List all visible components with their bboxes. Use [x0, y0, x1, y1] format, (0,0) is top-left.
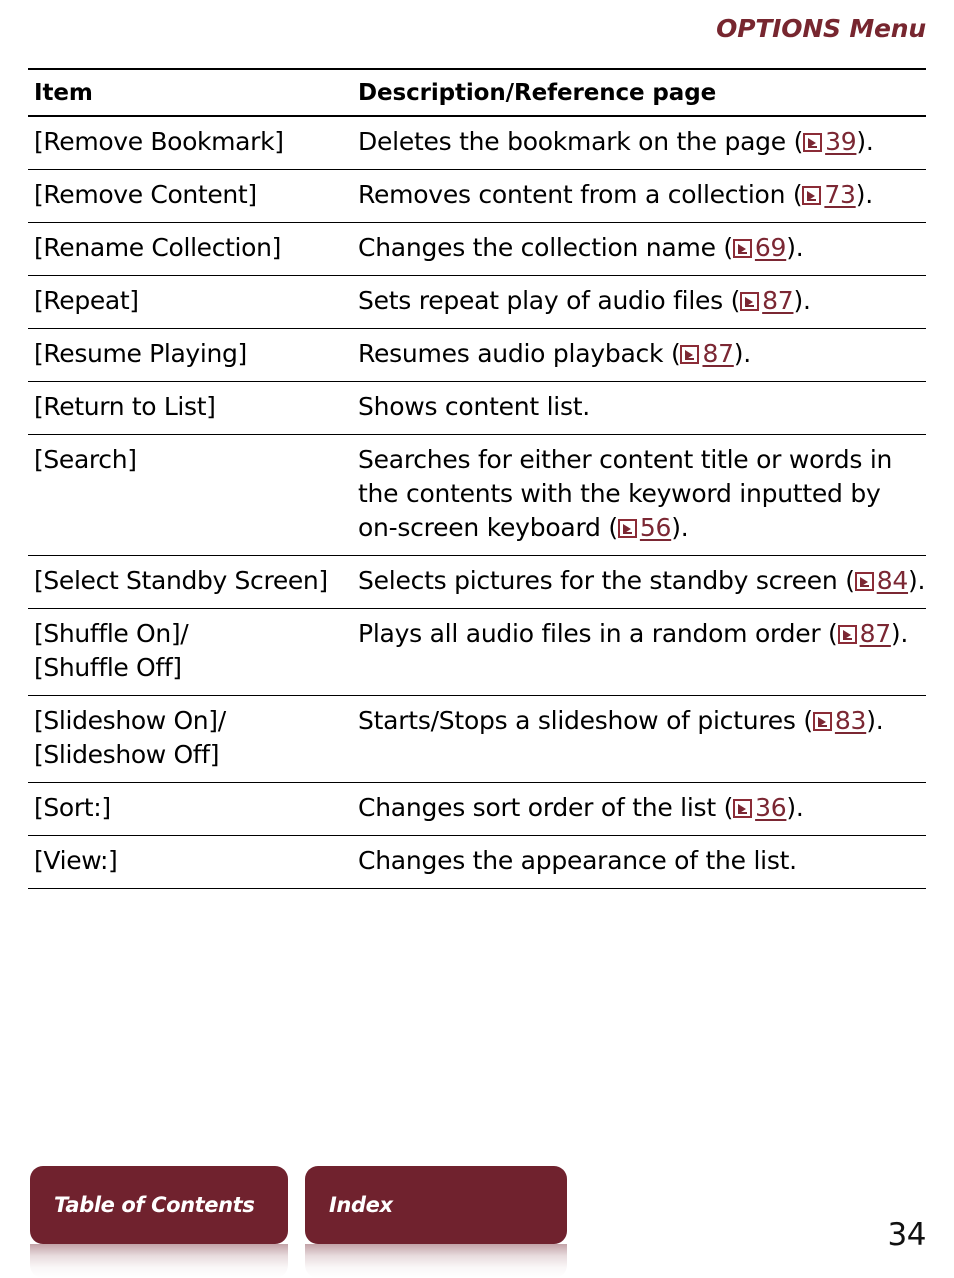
- table-row: [Shuffle On]/[Shuffle Off] Plays all audi…: [28, 609, 926, 696]
- table-row: [Search] Searches for either content titl…: [28, 435, 926, 556]
- reference-arrow-icon: [732, 239, 752, 259]
- reference-arrow-icon: [803, 133, 823, 153]
- table-row: [Resume Playing] Resumes audio playback (…: [28, 329, 926, 382]
- cell-description: Shows content list.: [358, 392, 591, 422]
- cell-description: Plays all audio files in a random order …: [358, 619, 909, 649]
- reference-arrow-icon: [680, 345, 700, 365]
- reference-arrow-icon: [740, 292, 760, 312]
- reference-arrow-icon: [802, 186, 822, 206]
- table-of-contents-button-wrap: Table of Contents: [30, 1166, 288, 1278]
- reference-arrow-icon: [733, 799, 753, 819]
- reference-page-number[interactable]: 87: [860, 619, 892, 648]
- reference-page-number[interactable]: 87: [702, 339, 734, 368]
- reference-link[interactable]: 87: [837, 619, 892, 648]
- reference-link[interactable]: 87: [680, 339, 734, 368]
- table-row: [View:] Changes the appearance of the lis…: [28, 836, 926, 889]
- reference-link[interactable]: 56: [617, 513, 672, 542]
- table-row: [Select Standby Screen] Selects pictures …: [28, 556, 926, 609]
- cell-item: [Remove Content]: [34, 180, 257, 210]
- column-header-description: Description/Reference page: [358, 80, 717, 106]
- index-button-wrap: Index: [305, 1166, 567, 1278]
- reference-page-number[interactable]: 87: [762, 286, 794, 315]
- cell-item: [Repeat]: [34, 286, 139, 316]
- cell-description: Deletes the bookmark on the page (39).: [358, 127, 874, 157]
- reference-link[interactable]: 87: [740, 286, 794, 315]
- page-number: 34: [887, 1217, 927, 1253]
- reference-link[interactable]: 73: [802, 180, 856, 209]
- cell-description: Changes sort order of the list (36).: [358, 793, 804, 823]
- cell-item: [Rename Collection]: [34, 233, 281, 263]
- cell-description: Selects pictures for the standby screen …: [358, 566, 926, 596]
- table-body: [Remove Bookmark] Deletes the bookmark on…: [28, 116, 926, 889]
- reference-link[interactable]: 69: [732, 233, 787, 262]
- table-of-contents-button[interactable]: Table of Contents: [30, 1166, 288, 1244]
- reference-arrow-icon: [837, 625, 857, 645]
- reference-page-number[interactable]: 36: [755, 793, 787, 822]
- table-header-row: Item Description/Reference page: [28, 69, 926, 117]
- cell-item: [Slideshow On]/[Slideshow Off]: [34, 706, 226, 770]
- table-of-contents-button-reflection: [30, 1244, 288, 1278]
- cell-item: [Shuffle On]/[Shuffle Off]: [34, 619, 189, 683]
- reference-page-number[interactable]: 56: [640, 513, 672, 542]
- cell-item: [Resume Playing]: [34, 339, 247, 369]
- cell-description: Changes the appearance of the list.: [358, 846, 797, 876]
- reference-page-number[interactable]: 73: [824, 180, 856, 209]
- table-row: [Slideshow On]/[Slideshow Off] Starts/Sto…: [28, 696, 926, 783]
- reference-page-number[interactable]: 69: [755, 233, 787, 262]
- table-row: [Remove Bookmark] Deletes the bookmark on…: [28, 116, 926, 170]
- column-header-item: Item: [34, 80, 93, 106]
- cell-description: Removes content from a collection (73).: [358, 180, 873, 210]
- cell-item: [Select Standby Screen]: [34, 566, 328, 596]
- reference-link[interactable]: 83: [812, 706, 867, 735]
- reference-link[interactable]: 36: [733, 793, 787, 822]
- cell-item: [Sort:]: [34, 793, 111, 823]
- cell-item: [Search]: [34, 445, 137, 475]
- reference-link[interactable]: 39: [803, 127, 857, 156]
- reference-link[interactable]: 84: [854, 566, 909, 595]
- cell-description: Sets repeat play of audio files (87).: [358, 286, 811, 316]
- footer-navigation: Table of Contents Index: [30, 1166, 567, 1278]
- reference-arrow-icon: [854, 572, 874, 592]
- table-head: Item Description/Reference page: [28, 69, 926, 117]
- index-button-reflection: [305, 1244, 567, 1278]
- cell-item: [View:]: [34, 846, 118, 876]
- cell-description: Searches for either content title or wor…: [358, 445, 893, 543]
- table-row: [Return to List] Shows content list.: [28, 382, 926, 435]
- table-row: [Rename Collection] Changes the collectio…: [28, 223, 926, 276]
- cell-description: Starts/Stops a slideshow of pictures (83…: [358, 706, 884, 736]
- cell-item: [Remove Bookmark]: [34, 127, 284, 157]
- reference-arrow-icon: [812, 712, 832, 732]
- reference-page-number[interactable]: 84: [877, 566, 909, 595]
- cell-description: Changes the collection name (69).: [358, 233, 804, 263]
- options-menu-table: Item Description/Reference page [Remove …: [28, 68, 926, 889]
- index-button[interactable]: Index: [305, 1166, 567, 1244]
- running-header-title: OPTIONS Menu: [716, 14, 926, 43]
- table-row: [Repeat] Sets repeat play of audio files …: [28, 276, 926, 329]
- reference-page-number[interactable]: 39: [825, 127, 857, 156]
- reference-arrow-icon: [617, 519, 637, 539]
- cell-description: Resumes audio playback (87).: [358, 339, 751, 369]
- reference-page-number[interactable]: 83: [835, 706, 867, 735]
- table-row: [Sort:] Changes sort order of the list (3…: [28, 783, 926, 836]
- cell-item: [Return to List]: [34, 392, 216, 422]
- table-row: [Remove Content] Removes content from a c…: [28, 170, 926, 223]
